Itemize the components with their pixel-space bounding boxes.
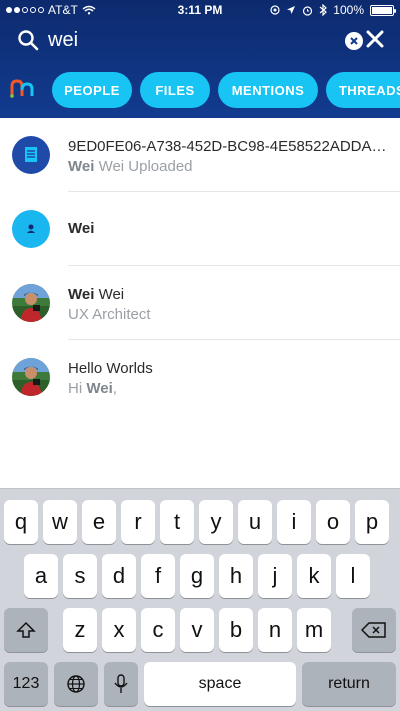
result-subtitle: UX Architect [68, 306, 151, 323]
location-arrow-icon [287, 6, 296, 14]
space-avatar [12, 210, 50, 248]
clear-icon [350, 37, 358, 45]
key-a[interactable]: a [24, 554, 58, 598]
globe-key[interactable] [54, 662, 98, 706]
result-message[interactable]: Hello Worlds Hi Wei, [0, 340, 400, 414]
result-title: 9ED0FE06-A738-452D-BC98-4E58522ADDAF--1.… [68, 138, 393, 155]
key-e[interactable]: e [82, 500, 116, 544]
result-space[interactable]: Wei [0, 192, 400, 266]
search-bar [0, 20, 400, 60]
filter-chip-threads[interactable]: THREADS [326, 72, 400, 108]
close-search-button[interactable] [366, 30, 384, 48]
key-p[interactable]: p [355, 500, 389, 544]
result-file[interactable]: 9ED0FE06-A738-452D-BC98-4E58522ADDAF--1.… [0, 118, 400, 192]
user-photo [12, 284, 50, 322]
key-t[interactable]: t [160, 500, 194, 544]
result-subtitle: Wei Wei Uploaded [68, 158, 193, 175]
key-j[interactable]: j [258, 554, 292, 598]
search-icon [18, 30, 39, 51]
space-key[interactable]: space [144, 662, 296, 706]
result-subtitle: Hi Wei, [68, 380, 117, 397]
key-h[interactable]: h [219, 554, 253, 598]
key-s[interactable]: s [63, 554, 97, 598]
screen-lock-icon [270, 5, 280, 15]
key-u[interactable]: u [238, 500, 272, 544]
result-title: Wei Wei [68, 286, 125, 303]
dictation-key[interactable] [104, 662, 138, 706]
key-d[interactable]: d [102, 554, 136, 598]
user-photo [12, 358, 50, 396]
keyboard: q w e r t y u i o p a s d f g h j k l z … [0, 488, 400, 711]
result-title: Wei [68, 220, 95, 237]
key-l[interactable]: l [336, 554, 370, 598]
brand-logo-icon [10, 79, 34, 98]
key-z[interactable]: z [63, 608, 97, 652]
bluetooth-icon [319, 4, 328, 16]
filter-chip-files[interactable]: FILES [140, 72, 210, 108]
key-c[interactable]: c [141, 608, 175, 652]
key-m[interactable]: m [297, 608, 331, 652]
key-v[interactable]: v [180, 608, 214, 652]
search-input[interactable] [48, 28, 328, 52]
filter-chips: PEOPLE FILES MENTIONS THREADS [0, 60, 400, 118]
backspace-icon [361, 622, 386, 638]
backspace-key[interactable] [352, 608, 396, 652]
clear-search-button[interactable] [345, 32, 363, 50]
key-w[interactable]: w [43, 500, 77, 544]
result-title: Hello Worlds [68, 360, 153, 377]
document-icon [25, 147, 37, 162]
return-key[interactable]: return [302, 662, 396, 706]
key-i[interactable]: i [277, 500, 311, 544]
shift-key[interactable] [4, 608, 48, 652]
result-person[interactable]: Wei Wei UX Architect [0, 266, 400, 340]
key-q[interactable]: q [4, 500, 38, 544]
key-f[interactable]: f [141, 554, 175, 598]
user-avatar [12, 358, 50, 396]
status-right: 100% [270, 3, 396, 17]
user-avatar [12, 284, 50, 322]
alarm-icon [303, 5, 313, 16]
shift-icon [16, 621, 36, 638]
file-avatar [12, 136, 50, 174]
key-g[interactable]: g [180, 554, 214, 598]
key-b[interactable]: b [219, 608, 253, 652]
key-k[interactable]: k [297, 554, 331, 598]
key-x[interactable]: x [102, 608, 136, 652]
status-bar: AT&T 3:11 PM 100% [0, 0, 400, 20]
filter-chip-mentions[interactable]: MENTIONS [218, 72, 318, 108]
battery-icon [370, 4, 396, 16]
key-r[interactable]: r [121, 500, 155, 544]
filter-chip-people[interactable]: PEOPLE [52, 72, 132, 108]
microphone-icon [114, 674, 128, 693]
key-o[interactable]: o [316, 500, 350, 544]
key-n[interactable]: n [258, 608, 292, 652]
key-y[interactable]: y [199, 500, 233, 544]
battery-percent: 100% [333, 3, 364, 17]
header: AT&T 3:11 PM 100% wei PEOPLE FILES MENTI… [0, 0, 400, 118]
numbers-key[interactable]: 123 [4, 662, 48, 706]
person-icon [27, 224, 35, 233]
globe-icon [67, 675, 85, 693]
search-results: 9ED0FE06-A738-452D-BC98-4E58522ADDAF--1.… [0, 118, 400, 488]
